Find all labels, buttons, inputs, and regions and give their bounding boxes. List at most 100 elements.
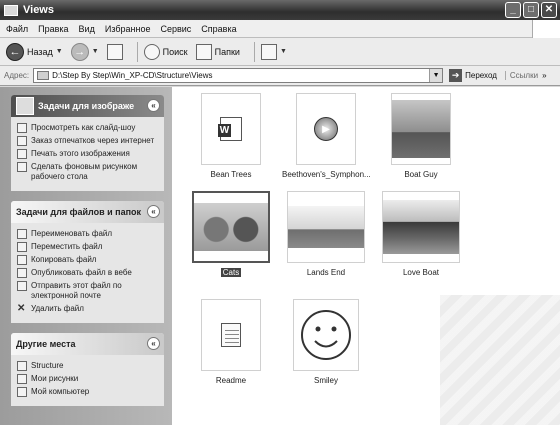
file-name: Love Boat xyxy=(402,268,440,277)
task-print[interactable]: Печать этого изображения xyxy=(17,149,158,159)
envelope-icon xyxy=(17,281,27,291)
folder-icon xyxy=(4,4,18,16)
task-rename[interactable]: Переименовать файл xyxy=(17,229,158,239)
place-my-computer[interactable]: Мой компьютер xyxy=(17,387,158,397)
file-tasks-title: Задачи для файлов и папок xyxy=(16,207,142,217)
printer-icon xyxy=(17,149,27,159)
links-button[interactable]: Ссылки xyxy=(504,71,538,80)
views-icon xyxy=(260,43,277,60)
order-prints-icon xyxy=(17,136,27,146)
search-label: Поиск xyxy=(162,46,188,57)
other-places-header[interactable]: Другие места « xyxy=(11,333,164,355)
task-label: Печать этого изображения xyxy=(31,149,130,158)
menu-tools[interactable]: Сервис xyxy=(160,24,191,34)
window-title: Views xyxy=(23,4,54,16)
collapse-icon[interactable]: « xyxy=(147,99,160,112)
title-bar: Views _ □ ✕ xyxy=(0,0,560,20)
folder-icon xyxy=(37,71,50,80)
task-order-prints[interactable]: Заказ отпечатков через интернет xyxy=(17,136,158,146)
folder-icon xyxy=(17,374,27,384)
up-folder-icon xyxy=(106,43,123,60)
address-input[interactable]: D:\Step By Step\Win_XP-CD\Structure\View… xyxy=(33,68,444,83)
maximize-button[interactable]: □ xyxy=(523,2,539,18)
menu-bar: Файл Правка Вид Избранное Сервис Справка xyxy=(0,20,560,38)
collapse-icon[interactable]: « xyxy=(147,337,160,350)
menu-help[interactable]: Справка xyxy=(201,24,236,34)
copy-icon xyxy=(17,255,27,265)
back-button[interactable]: ← Назад ▼ xyxy=(6,42,63,61)
minimize-button[interactable]: _ xyxy=(505,2,521,18)
place-label: Мой компьютер xyxy=(31,387,90,396)
menu-edit[interactable]: Правка xyxy=(38,24,68,34)
other-places-title: Другие места xyxy=(16,339,76,349)
smiley-drawing xyxy=(301,310,351,360)
chevron-right-icon[interactable]: » xyxy=(542,71,546,80)
menu-file[interactable]: Файл xyxy=(6,24,28,34)
file-name: Boat Guy xyxy=(404,170,438,179)
forward-button[interactable]: → ▼ xyxy=(70,42,99,61)
go-button[interactable]: ➔ Переход xyxy=(449,69,497,82)
search-icon xyxy=(143,43,160,60)
task-label: Просмотреть как слайд-шоу xyxy=(31,123,136,132)
task-email[interactable]: Отправить этот файл по электронной почте xyxy=(17,281,158,301)
forward-arrow-icon: → xyxy=(70,42,89,61)
chevron-down-icon[interactable]: ▼ xyxy=(56,48,63,55)
image-tasks-header[interactable]: Задачи для изображе « xyxy=(11,95,164,117)
file-thumbnail xyxy=(287,191,365,263)
up-folder-button[interactable] xyxy=(106,43,123,60)
task-label: Удалить файл xyxy=(31,304,84,313)
rename-icon xyxy=(17,229,27,239)
file-thumbnail xyxy=(382,191,460,263)
media-file-icon: ▶ xyxy=(314,117,338,141)
file-item[interactable]: Bean Trees xyxy=(187,93,275,179)
file-tasks-header[interactable]: Задачи для файлов и папок « xyxy=(11,201,164,223)
windows-logo-icon xyxy=(532,20,560,38)
image-tasks-panel: Задачи для изображе « Просмотреть как сл… xyxy=(11,95,164,191)
file-name: Readme xyxy=(215,376,247,385)
search-button[interactable]: Поиск xyxy=(143,43,188,60)
word-document-icon xyxy=(218,117,242,141)
folders-icon xyxy=(195,43,212,60)
globe-icon xyxy=(17,268,27,278)
file-item[interactable]: ▶ Beethoven's_Symphon... xyxy=(282,93,371,179)
place-label: Мои рисунки xyxy=(31,374,79,383)
file-thumbnail xyxy=(293,299,359,371)
desktop-icon xyxy=(17,162,27,172)
address-bar: Адрес: D:\Step By Step\Win_XP-CD\Structu… xyxy=(0,66,560,86)
menu-favorites[interactable]: Избранное xyxy=(105,24,151,34)
file-item[interactable]: Smiley xyxy=(282,299,370,385)
close-button[interactable]: ✕ xyxy=(541,2,557,18)
task-pane: Задачи для изображе « Просмотреть как сл… xyxy=(0,87,172,425)
file-tasks-panel: Задачи для файлов и папок « Переименоват… xyxy=(11,201,164,323)
collapse-icon[interactable]: « xyxy=(147,205,160,218)
place-structure[interactable]: Structure xyxy=(17,361,158,371)
file-thumbnail: ▶ xyxy=(296,93,356,165)
chevron-down-icon[interactable]: ▼ xyxy=(280,48,287,55)
file-item[interactable]: Readme xyxy=(187,299,275,385)
file-item-selected[interactable]: Cats xyxy=(187,191,275,277)
picture-tasks-icon xyxy=(16,97,34,115)
file-item[interactable]: Boat Guy xyxy=(377,93,465,179)
file-name: Cats xyxy=(220,268,242,277)
task-delete[interactable]: ✕ Удалить файл xyxy=(17,304,158,314)
task-slideshow[interactable]: Просмотреть как слайд-шоу xyxy=(17,123,158,133)
file-thumbnail xyxy=(391,93,451,165)
chevron-down-icon[interactable]: ▼ xyxy=(92,48,99,55)
file-thumbnail xyxy=(201,93,261,165)
task-publish[interactable]: Опубликовать файл в вебе xyxy=(17,268,158,278)
file-item[interactable]: Love Boat xyxy=(377,191,465,277)
delete-icon: ✕ xyxy=(17,303,26,314)
go-arrow-icon: ➔ xyxy=(449,69,463,82)
file-item[interactable]: Lands End xyxy=(282,191,370,277)
chevron-down-icon[interactable]: ▼ xyxy=(429,69,443,82)
menu-view[interactable]: Вид xyxy=(79,24,95,34)
back-label: Назад xyxy=(27,46,53,57)
place-my-pictures[interactable]: Мои рисунки xyxy=(17,374,158,384)
task-label: Переименовать файл xyxy=(31,229,113,238)
folders-button[interactable]: Папки xyxy=(195,43,240,60)
task-copy[interactable]: Копировать файл xyxy=(17,255,158,265)
task-set-background[interactable]: Сделать фоновым рисунком рабочего стола xyxy=(17,162,158,182)
task-move[interactable]: Переместить файл xyxy=(17,242,158,252)
views-button[interactable]: ▼ xyxy=(260,43,287,60)
address-path: D:\Step By Step\Win_XP-CD\Structure\View… xyxy=(52,71,213,80)
